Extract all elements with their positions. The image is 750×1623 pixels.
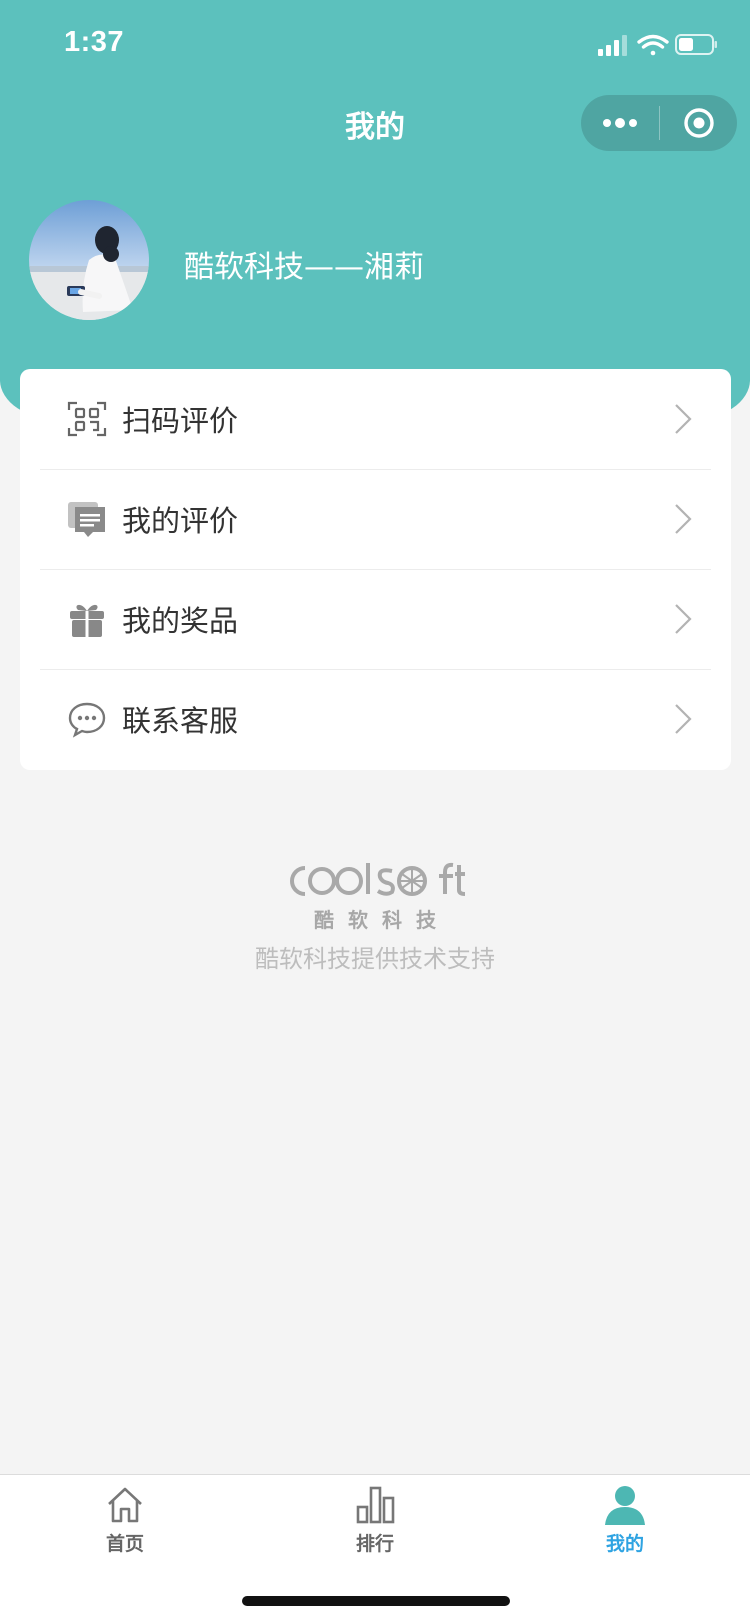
- battery-icon: [675, 34, 717, 55]
- tab-label: 首页: [105, 1533, 144, 1555]
- tab-mine[interactable]: 我的: [550, 1485, 700, 1575]
- menu-item-label: 联系客服: [122, 704, 239, 738]
- wifi-icon: [637, 34, 669, 56]
- target-icon: [683, 108, 714, 138]
- user-avatar-photo: [29, 200, 149, 320]
- avatar[interactable]: [29, 200, 149, 320]
- chevron-right-icon: [675, 604, 692, 634]
- status-bar: 1:37: [0, 0, 750, 90]
- tech-support-text: 酷软科技提供技术支持: [255, 945, 495, 973]
- chevron-right-icon: [675, 504, 692, 534]
- menu-item-label: 我的奖品: [122, 604, 239, 638]
- more-dots-icon: [603, 118, 637, 128]
- menu-item-label: 扫码评价: [122, 404, 239, 438]
- menu-item-label: 我的评价: [122, 504, 239, 538]
- home-icon: [108, 1487, 142, 1523]
- chevron-right-icon: [675, 404, 692, 434]
- coolsoft-logo: [290, 862, 465, 896]
- tab-label: 我的: [605, 1533, 644, 1555]
- menu-item-my-evaluations[interactable]: 我的评价: [20, 469, 731, 569]
- tab-label: 排行: [355, 1533, 394, 1555]
- signal-icon: [598, 35, 627, 56]
- menu-item-contact-service[interactable]: 联系客服: [20, 669, 731, 769]
- chevron-right-icon: [675, 704, 692, 734]
- comment-list-icon: [68, 502, 105, 537]
- qr-scan-icon: [67, 401, 107, 437]
- mini-program-capsule: [581, 95, 737, 151]
- home-indicator: [242, 1596, 510, 1606]
- menu-card: 扫码评价 我的评价 我的奖品 联系客服: [20, 369, 731, 770]
- menu-item-my-prizes[interactable]: 我的奖品: [20, 569, 731, 669]
- status-time: 1:37: [64, 26, 125, 58]
- more-button[interactable]: [581, 95, 659, 151]
- username: 酷软科技——湘莉: [184, 250, 424, 285]
- tab-home[interactable]: 首页: [50, 1485, 200, 1575]
- chat-bubble-icon: [68, 702, 106, 738]
- gift-icon: [70, 604, 104, 637]
- status-icons: [598, 34, 717, 56]
- user-icon: [605, 1486, 645, 1525]
- ranking-bars-icon: [356, 1486, 395, 1524]
- close-mini-program-button[interactable]: [660, 95, 737, 151]
- brand-cn-name: 酷软科技: [314, 908, 450, 932]
- tab-ranking[interactable]: 排行: [300, 1485, 450, 1575]
- menu-item-scan-evaluate[interactable]: 扫码评价: [20, 369, 731, 469]
- brand-footer: 酷软科技 酷软科技提供技术支持: [0, 860, 750, 974]
